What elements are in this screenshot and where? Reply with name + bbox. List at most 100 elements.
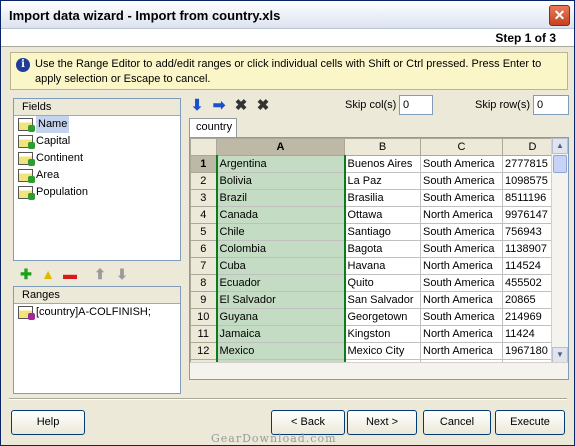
divider (9, 398, 567, 400)
title-bar: Import data wizard - Import from country… (1, 1, 574, 29)
cancel-button[interactable]: Cancel (423, 410, 491, 435)
field-item[interactable]: Name (14, 116, 180, 133)
spreadsheet-grid[interactable]: ABCD 1 Argentina Buenos Aires South America… (189, 137, 569, 380)
grid-cell[interactable]: Cuba (215, 257, 346, 275)
grid-cell[interactable]: South America (420, 274, 503, 292)
grid-cell[interactable]: Canada (215, 206, 346, 224)
grid-cell[interactable]: Chile (215, 223, 346, 241)
grid-cell[interactable]: Argentina (215, 155, 346, 173)
fields-list[interactable]: Fields Name Capital Continent Area Populatio… (13, 98, 181, 261)
grid-cell[interactable]: Georgetown (344, 308, 421, 326)
scroll-up-icon[interactable]: ▲ (552, 138, 568, 154)
grid-cell[interactable]: Brazil (215, 189, 346, 207)
grid-cell[interactable]: La Paz (344, 172, 421, 190)
grid-cell[interactable]: San Salvador (344, 291, 421, 309)
table-field-icon (18, 169, 35, 183)
field-label: Population (36, 186, 88, 198)
delete-range-icon[interactable]: ▬ (63, 267, 77, 281)
skip-cols-input[interactable]: 0 (399, 95, 433, 115)
table-row: 3 Brazil Brasilia South America 8511196 (190, 189, 563, 207)
grid-cell[interactable]: Jamaica (215, 325, 346, 343)
grid-cell[interactable]: Havana (344, 257, 421, 275)
window-title: Import data wizard - Import from country… (9, 8, 281, 23)
field-item[interactable]: Capital (14, 133, 180, 150)
range-item[interactable]: [country]A-COLFINISH; (14, 304, 180, 321)
column-header[interactable]: C (420, 138, 503, 156)
grid-cell[interactable]: Guyana (215, 308, 346, 326)
skip-rows-label: Skip row(s) (475, 99, 531, 111)
next-button[interactable]: Next > (347, 410, 417, 435)
arrow-down-icon[interactable]: ⬇ (189, 98, 205, 114)
grid-cell[interactable]: Brasilia (344, 189, 421, 207)
grid-cell[interactable]: El Salvador (215, 291, 346, 309)
table-row: 12 Mexico Mexico City North America 1967180 (190, 342, 563, 360)
table-row: 10 Guyana Georgetown South America 214969 (190, 308, 563, 326)
skip-rows-input[interactable]: 0 (533, 95, 569, 115)
grid-cell[interactable]: Bagota (344, 240, 421, 258)
fields-header: Fields (14, 99, 180, 116)
arrow-right-icon[interactable]: ➡ (211, 98, 227, 114)
step-indicator: Step 1 of 3 (495, 31, 556, 45)
row-header[interactable]: 5 (190, 223, 217, 241)
row-header[interactable]: 7 (190, 257, 217, 275)
grid-cell[interactable]: South America (420, 223, 503, 241)
table-row: 2 Bolivia La Paz South America 1098575 (190, 172, 563, 190)
grid-cell[interactable]: North America (420, 342, 503, 360)
grid-cell[interactable]: South America (420, 189, 503, 207)
help-button[interactable]: Help (11, 410, 85, 435)
scroll-thumb[interactable] (553, 155, 567, 173)
grid-cell[interactable]: Kingston (344, 325, 421, 343)
horizontal-scrollbar[interactable] (190, 362, 568, 379)
row-header[interactable]: 3 (190, 189, 217, 207)
grid-cell[interactable]: North America (420, 257, 503, 275)
grid-cell[interactable]: Buenos Aires (344, 155, 421, 173)
row-header[interactable]: 9 (190, 291, 217, 309)
grid-cell[interactable]: Ottawa (344, 206, 421, 224)
field-item[interactable]: Area (14, 167, 180, 184)
grid-cell[interactable]: North America (420, 325, 503, 343)
move-down-icon[interactable]: ⬇ (115, 267, 129, 281)
grid-corner[interactable] (190, 138, 217, 156)
sheet-tab-country[interactable]: country (189, 118, 237, 137)
grid-cell[interactable]: South America (420, 155, 503, 173)
row-header[interactable]: 8 (190, 274, 217, 292)
grid-cell[interactable]: Ecuador (215, 274, 346, 292)
grid-cell[interactable]: South America (420, 308, 503, 326)
field-item[interactable]: Continent (14, 150, 180, 167)
column-header[interactable]: A (216, 138, 345, 156)
row-header[interactable]: 11 (190, 325, 217, 343)
ranges-list[interactable]: Ranges [country]A-COLFINISH; (13, 286, 181, 394)
edit-range-icon[interactable]: ▲ (41, 267, 55, 281)
grid-cell[interactable]: Mexico City (344, 342, 421, 360)
grid-cell[interactable]: Santiago (344, 223, 421, 241)
row-header[interactable]: 2 (190, 172, 217, 190)
grid-cell[interactable]: Quito (344, 274, 421, 292)
info-text: Use the Range Editor to add/edit ranges … (35, 58, 542, 85)
grid-cell[interactable]: North America (420, 206, 503, 224)
grid-cell[interactable]: South America (420, 172, 503, 190)
grid-cell[interactable]: Mexico (215, 342, 346, 360)
close-button[interactable]: ✕ (549, 5, 570, 26)
execute-button[interactable]: Execute (495, 410, 565, 435)
row-header[interactable]: 1 (190, 155, 217, 173)
row-header[interactable]: 4 (190, 206, 217, 224)
column-header[interactable]: B (344, 138, 421, 156)
clear-icon[interactable]: ✖ (233, 98, 249, 114)
grid-cell[interactable]: North America (420, 291, 503, 309)
scroll-down-icon[interactable]: ▼ (552, 347, 568, 363)
row-header[interactable]: 6 (190, 240, 217, 258)
vertical-scrollbar[interactable]: ▲ ▼ (551, 138, 568, 364)
field-item[interactable]: Population (14, 184, 180, 201)
step-header: Step 1 of 3 (1, 29, 574, 47)
grid-cell[interactable]: South America (420, 240, 503, 258)
move-up-icon[interactable]: ⬆ (93, 267, 107, 281)
row-header[interactable]: 12 (190, 342, 217, 360)
range-icon (18, 306, 35, 320)
skip-cols-label: Skip col(s) (345, 99, 397, 111)
grid-cell[interactable]: Colombia (215, 240, 346, 258)
add-range-icon[interactable]: ✚ (19, 267, 33, 281)
row-header[interactable]: 10 (190, 308, 217, 326)
clear-all-icon[interactable]: ✖ (255, 98, 271, 114)
table-row: 6 Colombia Bagota South America 1138907 (190, 240, 563, 258)
grid-cell[interactable]: Bolivia (215, 172, 346, 190)
